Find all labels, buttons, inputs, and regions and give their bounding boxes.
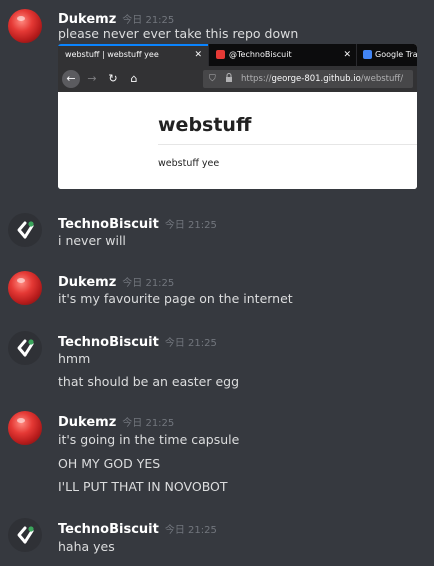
browser-nav-bar: ← → ↻ ⌂ ⛉ https://george-801.github.io/w…	[58, 66, 417, 92]
timestamp: 今日 21:25	[122, 278, 175, 289]
avatar[interactable]	[8, 213, 42, 247]
message-group: Dukemz 今日 21:25 it's going in the time ca…	[0, 405, 434, 505]
message-header: Dukemz 今日 21:25	[58, 8, 175, 27]
url-path: /webstuff/	[360, 74, 404, 84]
url-text: https://george-801.github.io/webstuff/	[241, 70, 403, 88]
message-text: haha yes	[58, 539, 115, 554]
message-group: TechnoBiscuit 今日 21:25 haha yes	[0, 512, 434, 566]
message-group: TechnoBiscuit 今日 21:25 i never will	[0, 205, 434, 255]
close-icon: ✕	[343, 50, 351, 60]
avatar[interactable]	[8, 331, 42, 365]
username[interactable]: TechnoBiscuit	[58, 335, 159, 350]
message-text: it's going in the time capsule	[58, 432, 240, 447]
technobiscuit-logo-icon	[17, 221, 34, 239]
browser-tab: Google Tra	[356, 44, 417, 66]
username[interactable]: Dukemz	[58, 415, 116, 430]
message-group: Dukemz 今日 21:25 it's my favourite page on…	[0, 265, 434, 315]
username[interactable]: TechnoBiscuit	[58, 522, 159, 537]
message-group: Dukemz 今日 21:25 please never ever take th…	[0, 0, 434, 195]
message-text: hmm	[58, 351, 91, 366]
shield-icon: ⛉	[209, 74, 216, 84]
close-icon: ✕	[194, 50, 202, 60]
technobiscuit-logo-icon	[17, 339, 34, 357]
username[interactable]: TechnoBiscuit	[58, 217, 159, 232]
avatar[interactable]	[8, 518, 42, 552]
technobiscuit-logo-icon	[17, 526, 34, 544]
lock-icon	[225, 70, 233, 88]
avatar[interactable]	[8, 271, 42, 305]
home-icon: ⌂	[130, 72, 138, 85]
avatar[interactable]	[8, 411, 42, 445]
message-text: that should be an easter egg	[58, 374, 240, 389]
message-header: TechnoBiscuit 今日 21:25	[58, 213, 217, 232]
timestamp: 今日 21:25	[122, 15, 175, 26]
url-host: george-801.github.io	[271, 74, 361, 84]
message-text: please never ever take this repo down	[58, 26, 299, 41]
divider	[158, 144, 417, 145]
forward-arrow-icon: →	[87, 72, 97, 85]
google-translate-favicon-icon	[363, 50, 372, 59]
timestamp: 今日 21:25	[164, 525, 217, 536]
message-header: TechnoBiscuit 今日 21:25	[58, 518, 217, 537]
url-bar: ⛉ https://george-801.github.io/webstuff/	[203, 70, 413, 88]
tab-label: @TechnoBiscuit	[229, 50, 292, 59]
message-text: OH MY GOD YES	[58, 456, 161, 471]
browser-tab-bar: webstuff | webstuff yee ✕ @TechnoBiscuit…	[58, 44, 417, 66]
message-text: i never will	[58, 233, 126, 248]
back-arrow-icon: ←	[62, 70, 80, 88]
username[interactable]: Dukemz	[58, 275, 116, 290]
reload-icon: ↻	[108, 72, 118, 85]
tab-label: Google Tra	[375, 50, 417, 59]
page-text: webstuff yee	[158, 158, 220, 169]
page-content: webstuff webstuff yee	[58, 92, 417, 189]
embedded-image[interactable]: webstuff | webstuff yee ✕ @TechnoBiscuit…	[58, 44, 417, 189]
message-text: it's my favourite page on the internet	[58, 291, 293, 306]
avatar[interactable]	[8, 9, 42, 43]
message-header: Dukemz 今日 21:25	[58, 271, 175, 290]
browser-tab: @TechnoBiscuit ✕	[208, 44, 357, 66]
url-scheme: https://	[241, 74, 272, 84]
message-header: Dukemz 今日 21:25	[58, 411, 175, 430]
timestamp: 今日 21:25	[164, 220, 217, 231]
timestamp: 今日 21:25	[122, 418, 175, 429]
message-group: TechnoBiscuit 今日 21:25 hmm that should be…	[0, 325, 434, 395]
tab-label: webstuff | webstuff yee	[65, 50, 159, 59]
message-text: I'LL PUT THAT IN NOVOBOT	[58, 479, 228, 494]
username[interactable]: Dukemz	[58, 12, 116, 27]
page-heading: webstuff	[158, 114, 252, 136]
browser-tab: webstuff | webstuff yee ✕	[58, 44, 208, 66]
message-header: TechnoBiscuit 今日 21:25	[58, 331, 217, 350]
twitch-favicon-icon	[216, 50, 225, 59]
timestamp: 今日 21:25	[164, 338, 217, 349]
